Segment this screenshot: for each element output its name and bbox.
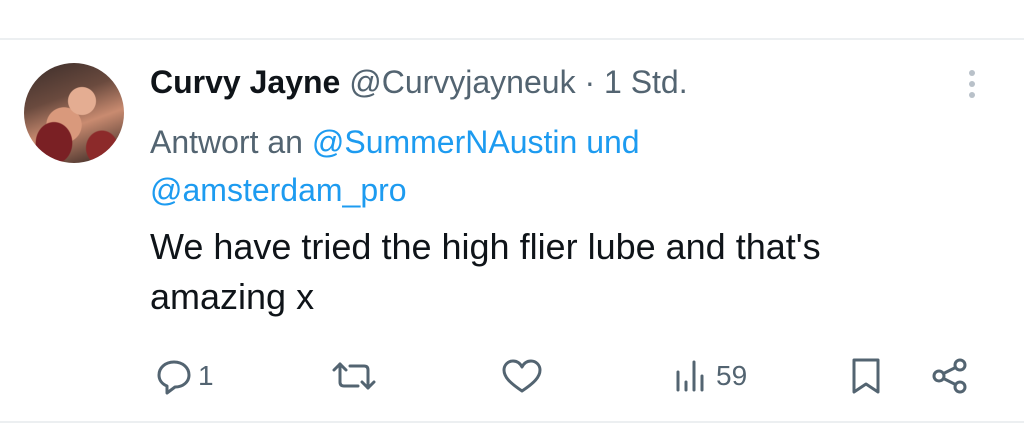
retweet-icon[interactable] [330,0,370,4]
reply-context: Antwort an @SummerNAustin und [150,114,640,170]
mention-amsterdam-pro[interactable]: @amsterdam_pro [150,172,407,208]
retweet-button[interactable] [330,356,382,396]
bookmark-icon [846,356,886,396]
reply-icon[interactable] [160,0,194,4]
like-button[interactable] [500,356,548,396]
reply-icon [154,356,194,396]
reply-prefix: Antwort an [150,124,303,160]
tweet-text: We have tried the high flier lube and th… [150,222,970,322]
like-icon [500,356,544,396]
timestamp[interactable]: 1 Std. [604,64,688,100]
bookmark-icon[interactable] [848,0,882,4]
reply-context-line2: @amsterdam_pro [150,170,407,210]
previous-tweet-actions [0,0,1024,4]
divider-bottom [0,421,1024,423]
tweet-text-line1: We have tried the high flier lube and th… [150,226,821,267]
more-icon[interactable] [962,66,982,102]
reply-button[interactable]: 1 [154,356,214,396]
reply-count: 1 [198,360,214,391]
views-button[interactable]: 59 [672,356,747,396]
bookmark-button[interactable] [846,356,886,396]
reply-joiner[interactable]: und [586,124,639,160]
tweet-text-line2: amazing x [150,276,315,317]
separator: · [584,64,596,100]
share-icon [928,356,972,396]
share-button[interactable] [928,356,972,396]
views-icon [672,356,712,396]
views-icon[interactable] [672,0,712,4]
author-name[interactable]: Curvy Jayne [150,64,340,100]
like-icon[interactable] [505,0,541,4]
divider-top [0,38,1024,40]
avatar[interactable] [24,63,124,163]
views-count: 59 [716,360,748,391]
mention-summernaustin[interactable]: @SummerNAustin [312,124,577,160]
share-icon[interactable] [934,0,974,4]
author-handle[interactable]: @Curvyjayneuk [349,64,575,100]
retweet-icon [330,356,378,396]
tweet-header: Curvy Jayne @Curvyjayneuk · 1 Std. [150,64,688,100]
